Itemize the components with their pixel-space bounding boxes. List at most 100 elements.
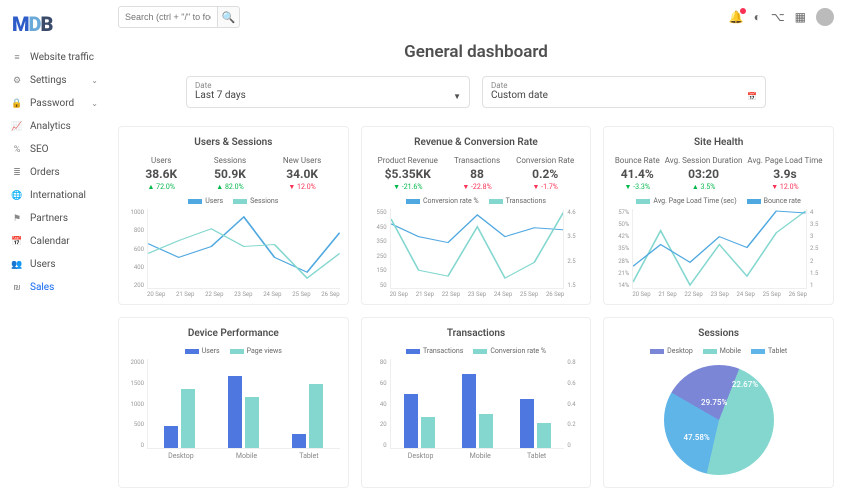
legend-label: Sessions [250, 197, 278, 205]
stat-label: Avg. Session Duration [665, 156, 743, 165]
legend-swatch [188, 199, 202, 204]
legend-item: Bounce rate [747, 197, 801, 205]
stat-value: 41.4% [615, 167, 660, 181]
bar [537, 423, 551, 449]
legend-label: Transactions [423, 347, 463, 355]
bar-chart: 806040200 0.80.60.40.20 [370, 359, 583, 449]
sidebar-item-label: Analytics [30, 121, 71, 132]
bar [181, 389, 195, 448]
sidebar-item-users[interactable]: 👥 Users [0, 253, 110, 276]
search-button[interactable]: 🔍 [218, 6, 240, 28]
nav-icon: ₪ [12, 283, 22, 293]
legend-item: Sessions [233, 197, 278, 205]
sidebar-item-label: Users [30, 259, 56, 270]
bar [462, 374, 476, 448]
avatar[interactable] [816, 8, 834, 26]
chevron-down-icon: ▼ [453, 92, 461, 101]
fill-icon[interactable]: ◐ [754, 10, 761, 24]
stat-value: 34.0K [283, 167, 321, 181]
notifications-icon[interactable]: 🔔 [729, 10, 744, 24]
sidebar-item-label: Calendar [30, 236, 70, 247]
bar [164, 426, 178, 448]
card-sessions-pie: Sessions DesktopMobileTablet 22.67%47.58… [603, 317, 834, 488]
sidebar-item-label: Website traffic [30, 52, 94, 63]
stat: Users38.6K▲ 72.0% [145, 156, 177, 191]
nav-icon: 👥 [12, 260, 22, 270]
bar-group [404, 394, 435, 448]
grid-icon[interactable]: ▦ [795, 10, 806, 24]
card-title: Transactions [370, 328, 583, 339]
stat-value: $5.35KK [378, 167, 438, 181]
card-title: Users & Sessions [127, 137, 340, 148]
legend-swatch [406, 349, 420, 354]
stat: Product Revenue$5.35KK▼ -21.6% [378, 156, 438, 191]
search-icon: 🔍 [222, 11, 236, 24]
nav-icon: % [12, 145, 22, 155]
stat-label: Sessions [214, 156, 246, 165]
date-preset-select[interactable]: Date Last 7 days ▼ [186, 76, 470, 108]
date-custom-value: Custom date [491, 90, 757, 101]
github-icon[interactable]: ⌥ [771, 10, 785, 24]
legend-label: Avg. Page Load Time (sec) [653, 197, 736, 205]
stat: Conversion Rate0.2%▼ -1.7% [516, 156, 574, 191]
nav-icon: ≡ [12, 53, 22, 63]
legend-swatch [747, 199, 761, 204]
card-revenue: Revenue & Conversion Rate Product Revenu… [361, 126, 592, 305]
legend-label: Conversion rate % [490, 347, 546, 355]
date-filters: Date Last 7 days ▼ Date Custom date 📅 [186, 76, 766, 108]
card-title: Revenue & Conversion Rate [370, 137, 583, 148]
sidebar-item-analytics[interactable]: 📈 Analytics [0, 115, 110, 138]
sidebar-item-orders[interactable]: ≣Orders [0, 161, 110, 184]
bar-chart: 2000150010005000 [127, 359, 340, 449]
stat-value: 50.9K [214, 167, 246, 181]
sidebar-item-password[interactable]: 🔒Password⌄ [0, 92, 110, 115]
sidebar-item-calendar[interactable]: 📅Calendar [0, 230, 110, 253]
pie-slice-label: 47.58% [683, 433, 709, 442]
card-device-performance: Device Performance UsersPage views 20001… [118, 317, 349, 488]
sidebar-item-seo[interactable]: % SEO [0, 138, 110, 161]
sidebar-item-international[interactable]: 🌐International [0, 184, 110, 207]
legend-label: Page views [247, 347, 282, 355]
search-input[interactable] [118, 6, 218, 28]
sidebar-item-settings[interactable]: ⚙Settings⌄ [0, 69, 110, 92]
sidebar-item-partners[interactable]: ⚑Partners [0, 207, 110, 230]
bar-group [164, 389, 195, 448]
legend-label: Users [202, 347, 220, 355]
legend-swatch [636, 199, 650, 204]
stat-delta: ▲ 3.5% [665, 183, 743, 191]
date-custom-input[interactable]: Date Custom date 📅 [482, 76, 766, 108]
legend-label: Tablet [768, 347, 787, 355]
bar [228, 376, 242, 448]
legend-item: Mobile [703, 347, 741, 355]
legend-item: Page views [230, 347, 282, 355]
stat-label: Conversion Rate [516, 156, 574, 165]
sidebar: MDB ≡ Website traffic ⚙Settings⌄🔒Password⌄… [0, 0, 110, 504]
card-title: Sessions [612, 328, 825, 339]
sidebar-item-website-traffic[interactable]: ≡ Website traffic [0, 46, 110, 69]
bar-group [462, 374, 493, 448]
top-icons: 🔔 ◐ ⌥ ▦ [729, 8, 834, 26]
legend-item: Users [188, 197, 223, 205]
stat-label: Transactions [454, 156, 500, 165]
logo[interactable]: MDB [0, 8, 110, 46]
topbar: 🔍 🔔 ◐ ⌥ ▦ [118, 6, 834, 28]
sidebar-item-sales[interactable]: ₪Sales [0, 276, 110, 299]
stat: New Users34.0K▼ 12.0% [283, 156, 321, 191]
stat: Avg. Session Duration03:20▲ 3.5% [665, 156, 743, 191]
stat-label: Bounce Rate [615, 156, 660, 165]
legend-swatch [650, 349, 664, 354]
nav-list: ≡ Website traffic ⚙Settings⌄🔒Password⌄ 📈 Ana… [0, 46, 110, 299]
sidebar-item-label: Settings [30, 75, 67, 86]
dashboard-grid: Users & Sessions Users38.6K▲ 72.0% Sessio… [118, 126, 834, 488]
legend-item: Conversion rate % [406, 197, 479, 205]
sidebar-item-label: Partners [30, 213, 68, 224]
bar [421, 417, 435, 448]
legend-item: Transactions [489, 197, 546, 205]
sidebar-item-label: SEO [30, 144, 49, 155]
nav-icon: 📈 [12, 122, 22, 132]
stat-value: 0.2% [516, 167, 574, 181]
sidebar-item-label: Orders [30, 167, 60, 178]
calendar-icon: 📅 [747, 92, 757, 101]
legend-swatch [703, 349, 717, 354]
bar-group [292, 384, 323, 448]
